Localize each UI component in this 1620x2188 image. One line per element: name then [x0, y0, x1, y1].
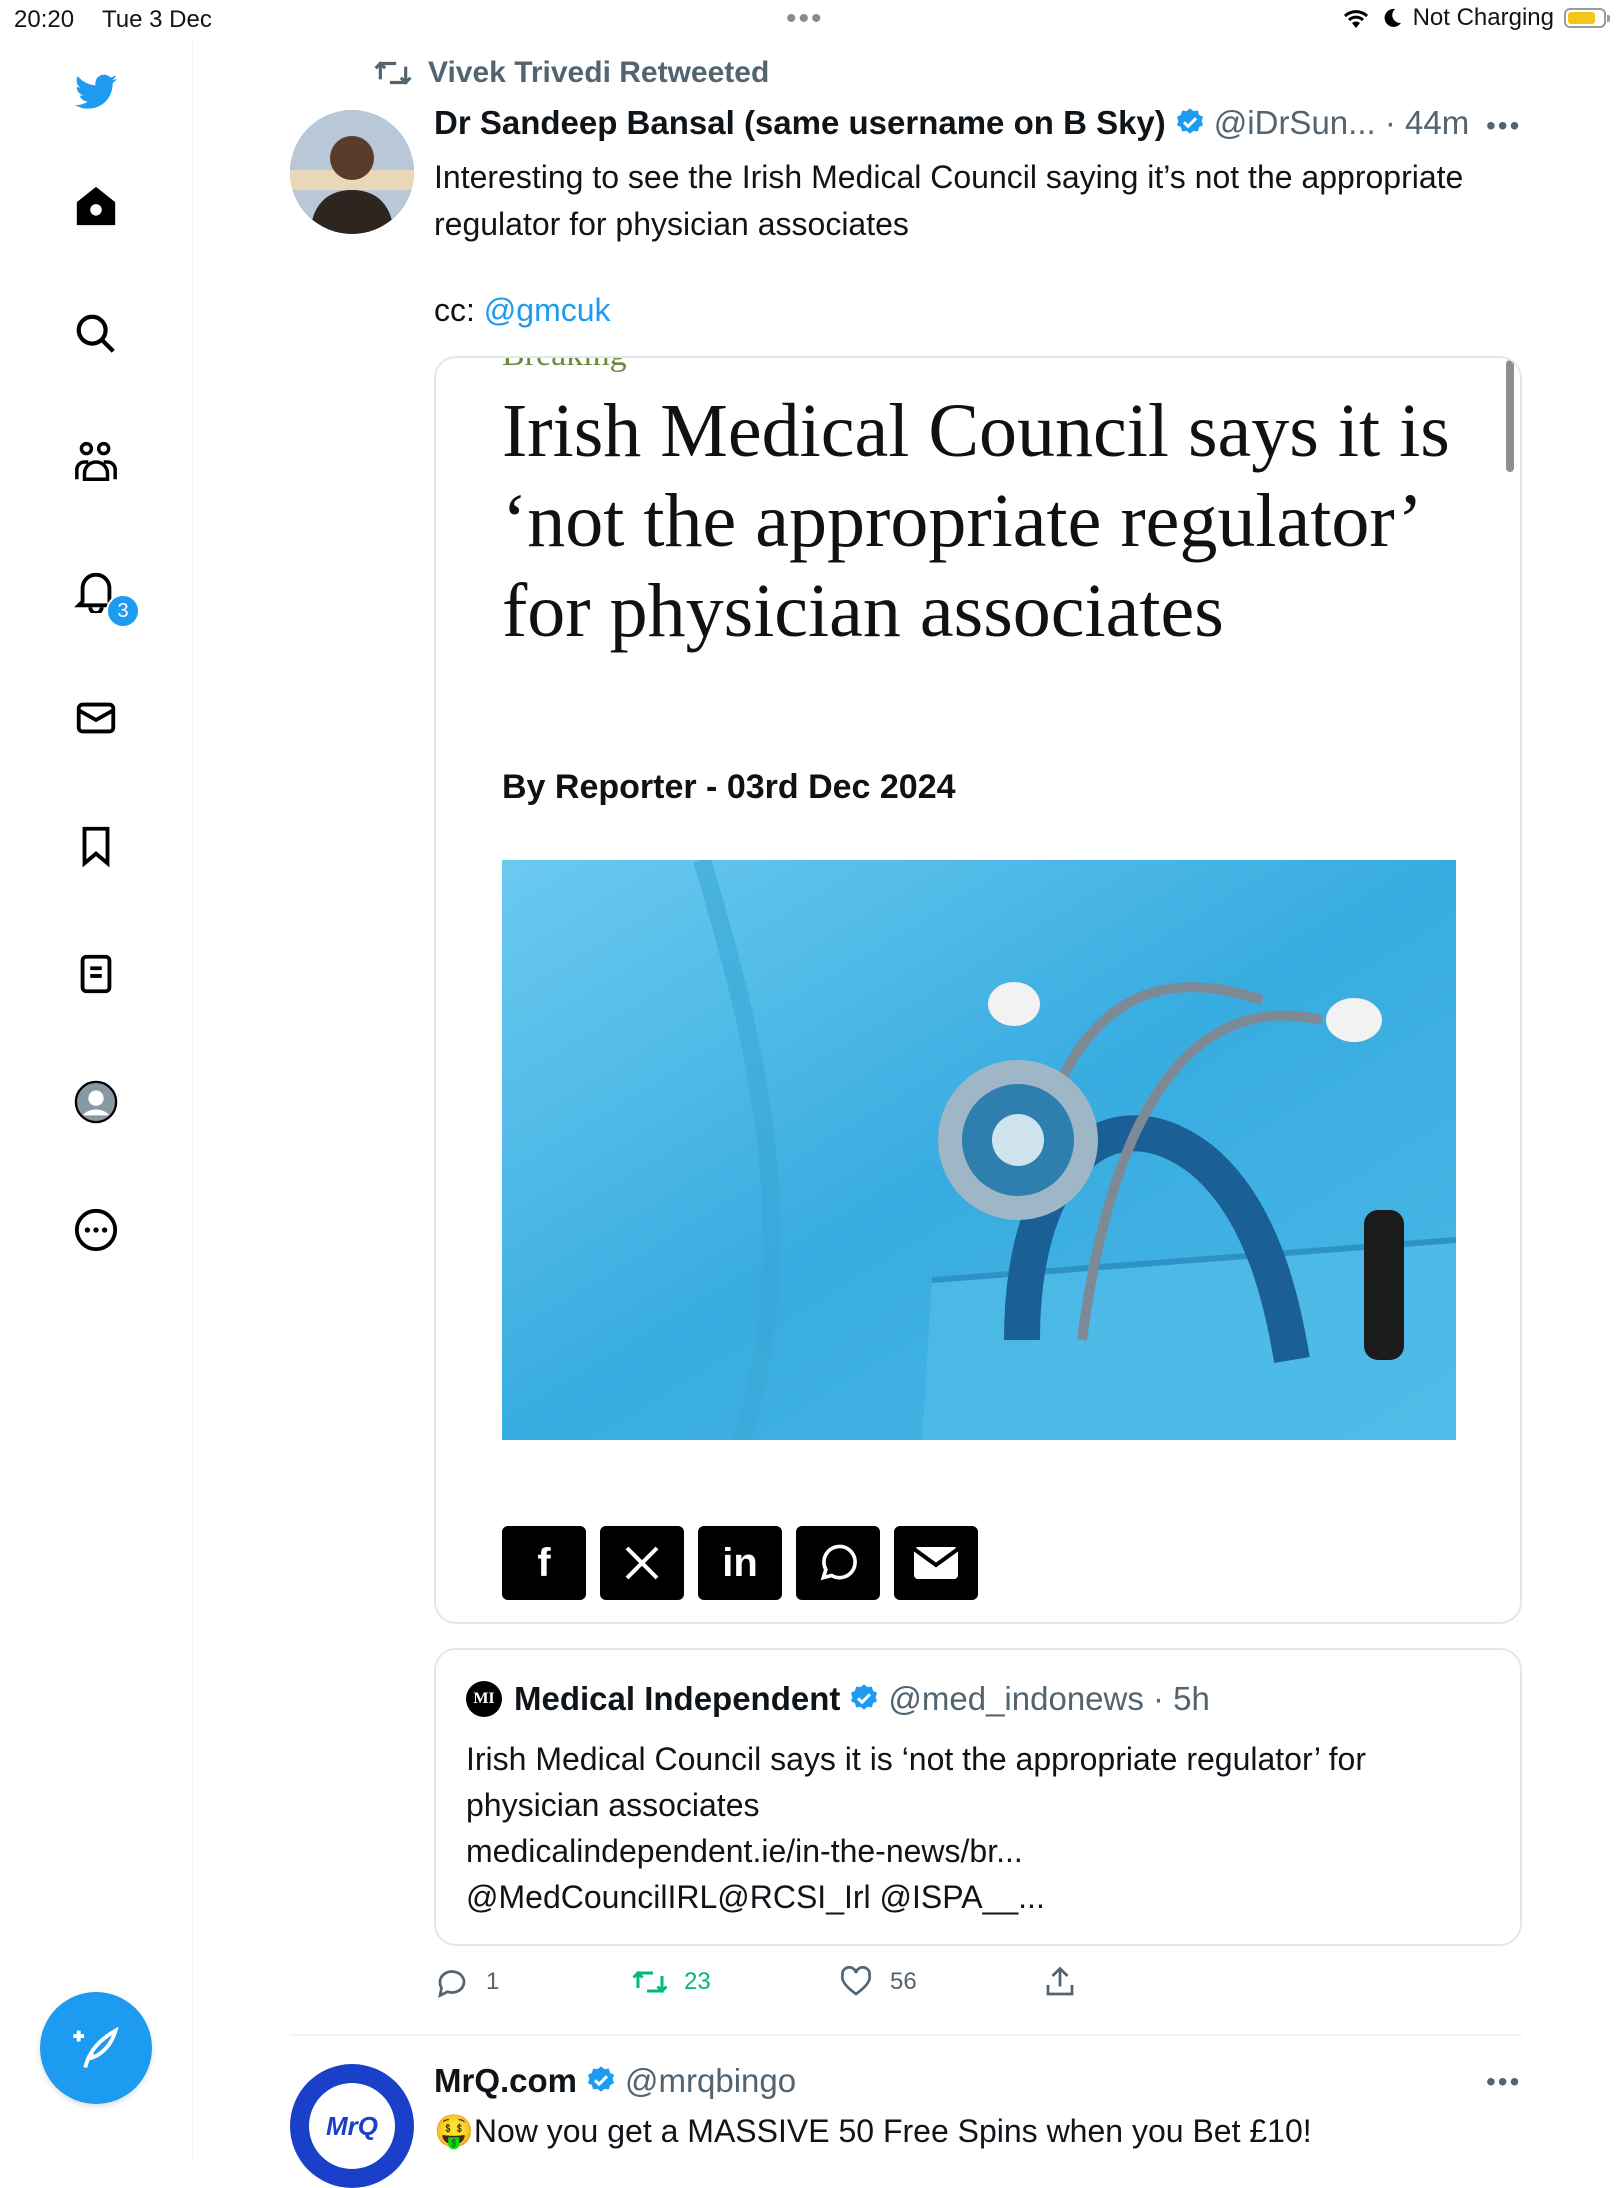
share-buttons: f in — [502, 1526, 978, 1600]
section-label: Breaking — [502, 358, 627, 374]
author-avatar[interactable] — [290, 110, 414, 234]
like-button[interactable]: 56 — [838, 1964, 917, 2000]
quoted-handle-time: @med_indonews · 5h — [888, 1680, 1210, 1717]
facebook-share-button[interactable]: f — [502, 1526, 586, 1600]
mail-icon — [912, 1547, 960, 1579]
lists-icon[interactable] — [70, 948, 122, 1000]
quoted-tweet[interactable]: MI Medical Independent @med_indonews · 5… — [434, 1648, 1522, 1946]
verified-badge-icon — [1176, 108, 1203, 134]
retweet-icon — [374, 61, 412, 85]
reply-button[interactable]: 1 — [434, 1964, 499, 2000]
avatar-photo — [290, 110, 414, 234]
tweet-more-icon[interactable]: ••• — [1486, 110, 1521, 142]
charging-status: Not Charging — [1412, 4, 1554, 31]
retweet-button[interactable]: 23 — [632, 1964, 711, 2000]
share-icon — [1046, 1966, 1074, 1996]
article-screenshot-card[interactable]: Breaking Irish Medical Council says it i… — [434, 356, 1522, 1624]
like-count: 56 — [890, 1968, 917, 1995]
author-name[interactable]: Dr Sandeep Bansal (same username on B Sk… — [434, 104, 1166, 142]
x-logo-icon — [625, 1546, 659, 1580]
profile-icon[interactable] — [70, 1076, 122, 1128]
notifications-badge: 3 — [106, 594, 140, 628]
multitasking-dots-icon[interactable]: ••• — [786, 2, 824, 36]
next-tweet-more-icon[interactable]: ••• — [1486, 2066, 1521, 2098]
quoted-line: Irish Medical Council says it is ‘not th… — [466, 1741, 1366, 1777]
next-tweet-text: 🤑Now you get a MASSIVE 50 Free Spins whe… — [434, 2113, 1312, 2149]
article-byline: By Reporter - 03rd Dec 2024 — [502, 768, 956, 806]
next-author-name[interactable]: MrQ.com — [434, 2062, 577, 2100]
cc-prefix: cc: — [434, 292, 484, 328]
mrq-avatar[interactable]: MrQ — [290, 2064, 414, 2188]
quoted-author-name: Medical Independent — [514, 1680, 841, 1717]
envelope-icon[interactable] — [70, 692, 122, 744]
status-right: Not Charging — [1341, 4, 1610, 32]
wifi-icon — [1343, 10, 1368, 28]
reply-icon — [438, 1970, 466, 1998]
heart-icon — [840, 1966, 872, 1996]
tweet-header: Dr Sandeep Bansal (same username on B Sk… — [434, 104, 1469, 142]
retweet-icon — [632, 1970, 668, 1994]
tweet-actions: 1 23 56 — [434, 1964, 1534, 2012]
whatsapp-share-button[interactable] — [796, 1526, 880, 1600]
verified-badge-icon — [587, 2066, 615, 2092]
whatsapp-icon — [820, 1544, 857, 1581]
retweeted-by-label[interactable]: Vivek Trivedi Retweeted — [428, 56, 769, 90]
retweet-count: 23 — [684, 1968, 711, 1995]
status-bar: 20:20 Tue 3 Dec ••• Not Charging — [0, 0, 1620, 38]
compose-feather-icon — [73, 2026, 119, 2069]
status-time: 20:20 — [14, 6, 75, 33]
tweet-text: Interesting to see the Irish Medical Cou… — [434, 159, 1464, 242]
mention-link[interactable]: @gmcuk — [484, 292, 611, 328]
quoted-mentions[interactable]: @MedCouncilIRL@RCSI_Irl @ISPA__... — [466, 1874, 1486, 1920]
search-icon[interactable] — [70, 308, 122, 360]
next-author-handle[interactable]: @mrqbingo — [625, 2062, 796, 2100]
email-share-button[interactable] — [894, 1526, 978, 1600]
home-icon[interactable] — [70, 180, 122, 232]
bookmark-icon[interactable] — [70, 820, 122, 872]
more-circle-icon[interactable] — [70, 1204, 122, 1256]
mrq-logo-text: MrQ — [309, 2083, 395, 2169]
compose-button[interactable] — [40, 1992, 152, 2104]
reply-count: 1 — [486, 1968, 500, 1995]
quoted-tweet-text: Irish Medical Council says it is ‘not th… — [466, 1736, 1486, 1920]
linkedin-share-button[interactable]: in — [698, 1526, 782, 1600]
quoted-line: physician associates — [466, 1787, 760, 1823]
x-share-button[interactable] — [600, 1526, 684, 1600]
author-handle-time[interactable]: @iDrSun... · 44m — [1214, 104, 1469, 142]
share-button[interactable] — [1042, 1964, 1078, 2000]
quoted-link[interactable]: medicalindependent.ie/in-the-news/br... — [466, 1828, 1486, 1874]
article-headline: Irish Medical Council says it is ‘not th… — [502, 389, 1450, 653]
quoted-tweet-header: MI Medical Independent @med_indonews · 5… — [466, 1680, 1210, 1718]
mi-avatar: MI — [466, 1681, 502, 1717]
tweet-divider — [290, 2034, 1522, 2036]
card-scrollbar[interactable] — [1506, 360, 1514, 472]
sidebar: 3 — [0, 38, 193, 2160]
next-tweet-header: MrQ.com @mrqbingo — [434, 2062, 796, 2100]
stethoscope-photo — [502, 860, 1456, 1440]
battery-icon — [1564, 8, 1610, 28]
tweet-cc-line: cc: @gmcuk — [434, 292, 611, 329]
status-date: Tue 3 Dec — [102, 6, 212, 33]
moon-icon — [1384, 8, 1401, 27]
twitter-logo-icon[interactable] — [70, 66, 122, 118]
verified-badge-icon — [851, 1684, 878, 1710]
communities-icon[interactable] — [70, 436, 122, 488]
retweet-context: Vivek Trivedi Retweeted — [374, 56, 769, 90]
